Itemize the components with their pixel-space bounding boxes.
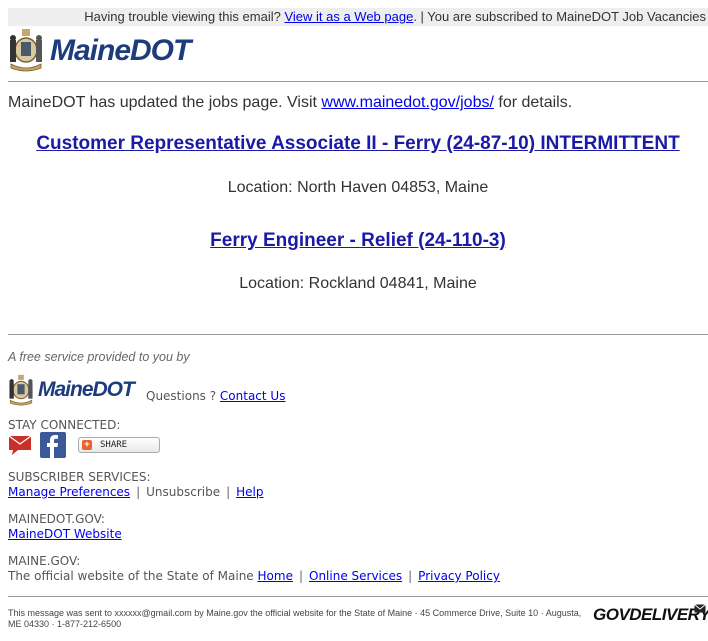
- govdelivery-logo[interactable]: GOVDELIVERY: [593, 605, 708, 625]
- unsubscribe-text[interactable]: Unsubscribe: [146, 485, 220, 499]
- job-title: Ferry Engineer - Relief (24-110-3): [8, 230, 708, 252]
- social-links: + SHARE: [8, 432, 160, 458]
- mainedot-website-line: MaineDOT Website: [8, 527, 122, 541]
- free-service-text: A free service provided to you by: [8, 350, 190, 364]
- divider: [8, 334, 708, 335]
- intro-suffix: for details.: [493, 94, 573, 111]
- separator: |: [136, 485, 141, 499]
- legal-notice: This message was sent to xxxxxx@gmail.co…: [8, 608, 582, 629]
- job-link[interactable]: Ferry Engineer - Relief (24-110-3): [210, 230, 506, 251]
- topbar-suffix: . | You are subscribed to MaineDOT Job V…: [413, 9, 706, 24]
- intro-text: MaineDOT has updated the jobs page. Visi…: [8, 94, 572, 112]
- govdelivery-envelope-icon: [694, 604, 706, 613]
- share-button[interactable]: + SHARE: [78, 437, 160, 453]
- share-plus-icon: +: [82, 440, 92, 450]
- privacy-policy-link[interactable]: Privacy Policy: [418, 569, 500, 583]
- online-services-link[interactable]: Online Services: [309, 569, 402, 583]
- logo-wordmark: MaineDOT: [50, 34, 191, 67]
- separator: |: [408, 569, 413, 583]
- divider: [8, 81, 708, 82]
- maine-gov-text: The official website of the State of Mai…: [8, 569, 258, 583]
- job-location: Location: Rockland 04841, Maine: [239, 275, 477, 292]
- email-topbar: Having trouble viewing this email? View …: [8, 8, 708, 26]
- subscriber-services-label: SUBSCRIBER SERVICES:: [8, 470, 151, 484]
- subscriber-services-links: Manage Preferences | Unsubscribe | Help: [8, 485, 264, 499]
- separator: |: [226, 485, 231, 499]
- share-label: SHARE: [100, 440, 128, 450]
- maine-seal-icon: [10, 29, 42, 72]
- job-link[interactable]: Customer Representative Associate II - F…: [36, 133, 679, 154]
- view-as-web-page-link[interactable]: View it as a Web page: [284, 9, 413, 24]
- questions-label: Questions ?: [146, 389, 220, 403]
- topbar-prefix: Having trouble viewing this email?: [84, 9, 285, 24]
- intro-prefix: MaineDOT has updated the jobs page. Visi…: [8, 94, 322, 111]
- stay-connected-label: STAY CONNECTED:: [8, 418, 121, 432]
- job-location: Location: North Haven 04853, Maine: [227, 179, 489, 196]
- job-title: Customer Representative Associate II - F…: [8, 133, 708, 155]
- header: MaineDOT: [8, 28, 708, 78]
- help-link[interactable]: Help: [236, 485, 263, 499]
- email-envelope-icon[interactable]: [8, 434, 32, 456]
- maine-gov-label: MAINE.GOV:: [8, 554, 81, 568]
- divider: [8, 596, 708, 597]
- facebook-icon[interactable]: [40, 432, 66, 458]
- logo-wordmark: MaineDOT: [38, 378, 135, 401]
- footer-mainedot-logo[interactable]: MaineDOT: [8, 374, 135, 406]
- jobs-page-link[interactable]: www.mainedot.gov/jobs/: [321, 94, 494, 111]
- maine-gov-links: The official website of the State of Mai…: [8, 569, 500, 583]
- mainedot-logo[interactable]: MaineDOT: [8, 28, 191, 72]
- contact-us-link[interactable]: Contact Us: [220, 389, 286, 403]
- separator: |: [298, 569, 303, 583]
- manage-preferences-link[interactable]: Manage Preferences: [8, 485, 130, 499]
- mainedot-gov-label: MAINEDOT.GOV:: [8, 512, 105, 526]
- home-link[interactable]: Home: [258, 569, 293, 583]
- mainedot-website-link[interactable]: MaineDOT Website: [8, 527, 122, 541]
- maine-seal-icon: [9, 374, 33, 406]
- questions-line: Questions ? Contact Us: [146, 389, 285, 403]
